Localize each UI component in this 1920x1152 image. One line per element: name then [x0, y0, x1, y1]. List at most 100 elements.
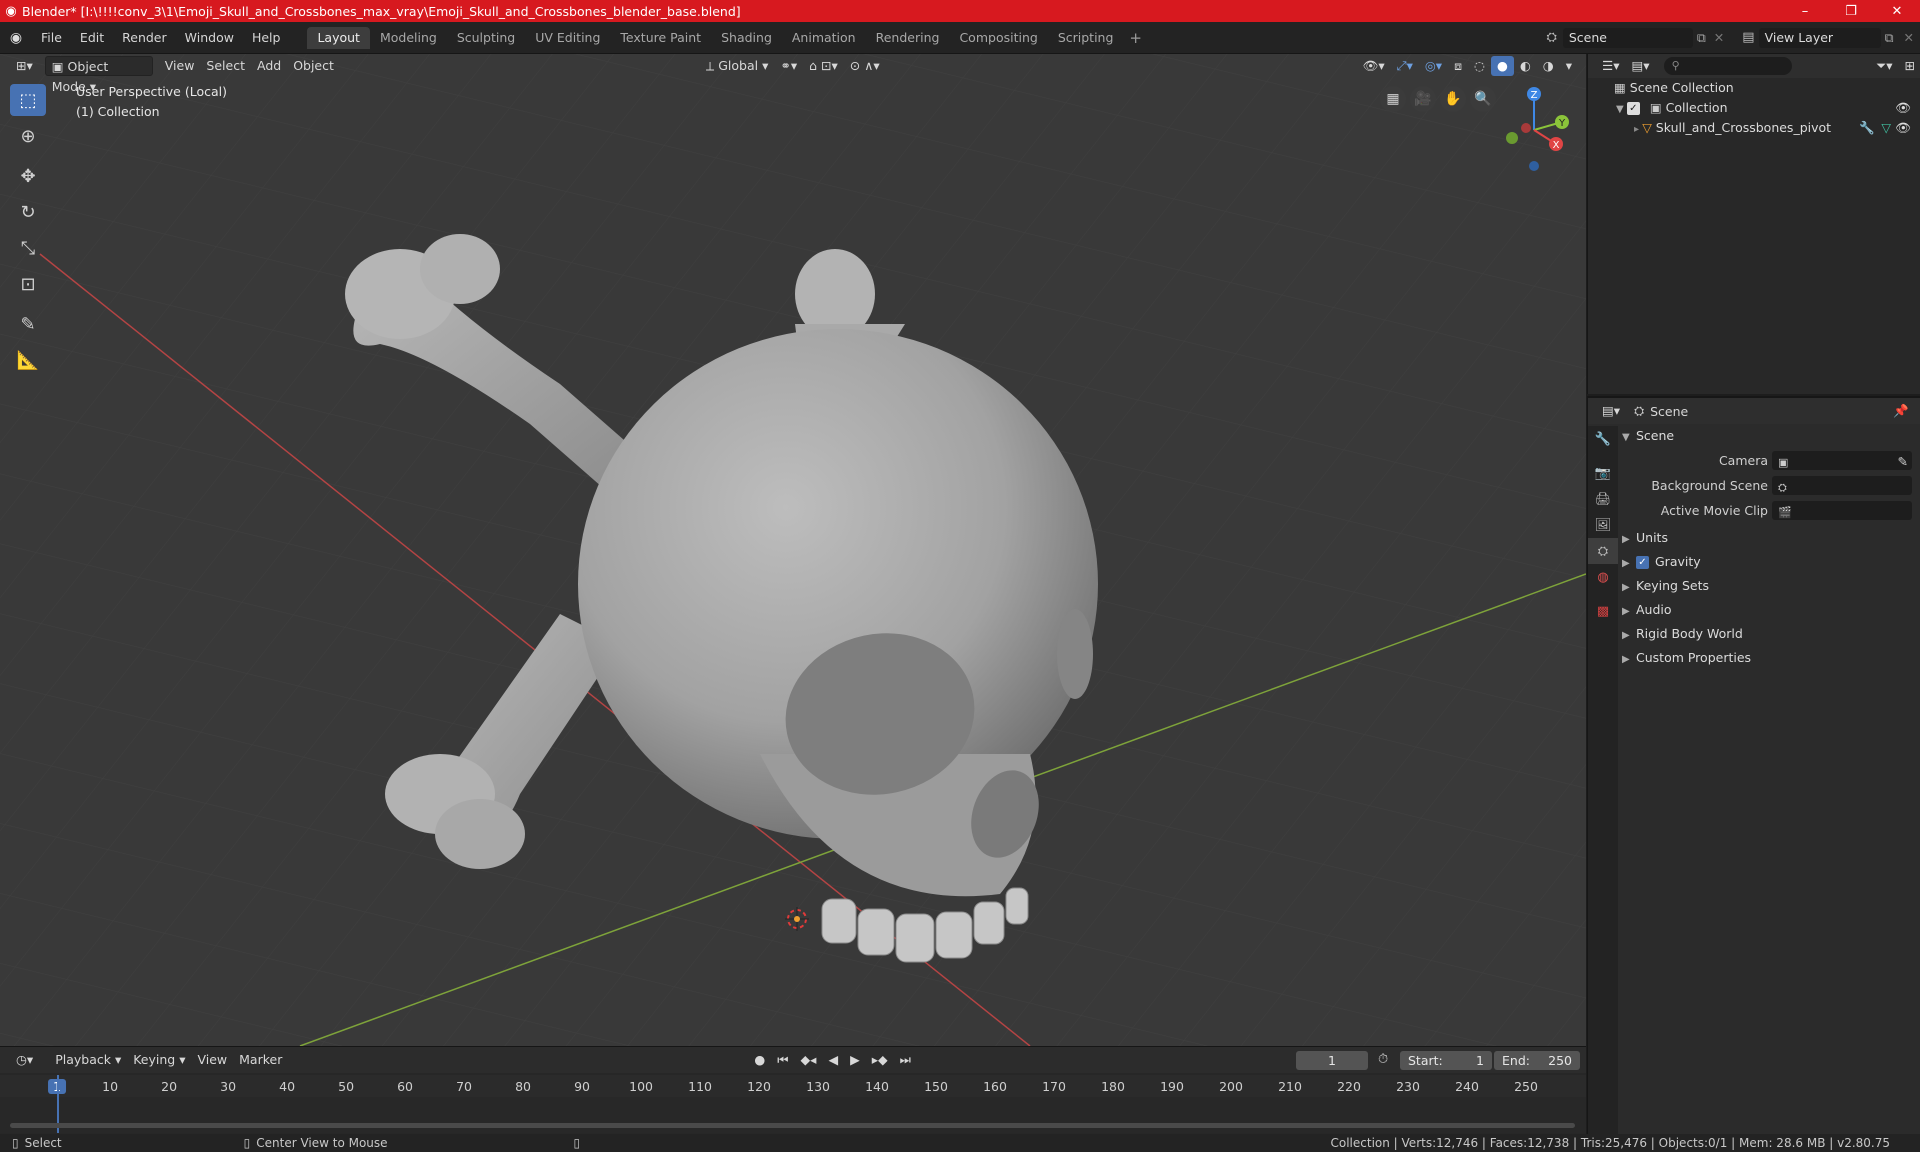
new-view-layer-icon[interactable]: ⧉ — [1881, 30, 1898, 46]
zoom-view-icon[interactable]: 🔍 — [1470, 86, 1496, 112]
preview-range-icon[interactable]: ⏱ — [1378, 1052, 1388, 1067]
tab-animation[interactable]: Animation — [782, 27, 866, 49]
current-frame-field[interactable]: 1 — [1296, 1051, 1368, 1070]
transform-tool-icon[interactable]: ⊡ — [10, 268, 46, 300]
measure-tool-icon[interactable]: 📐 — [10, 344, 46, 376]
3d-viewport[interactable]: ⊞▾ ▣ Object Mode ▾ View Select Add Objec… — [0, 54, 1586, 1046]
scene-selector[interactable]: Scene — [1562, 27, 1693, 48]
delete-view-layer-icon[interactable]: ✕ — [1898, 30, 1920, 45]
timeline-editor-type-icon[interactable]: ◷▾ — [10, 1050, 39, 1070]
next-keyframe-icon[interactable]: ▸◆ — [866, 1050, 894, 1070]
properties-editor-type-icon[interactable]: ▤▾ — [1596, 401, 1626, 421]
expand-arrow-icon[interactable]: ▼ — [1588, 104, 1627, 115]
scene-icon[interactable]: ⛭ — [1540, 30, 1562, 45]
collection-eye-icon[interactable]: 👁 — [1895, 98, 1911, 118]
timeline-track[interactable] — [0, 1075, 1586, 1133]
navigation-gizmo[interactable]: Z Y X — [1490, 82, 1570, 172]
object-expand-icon[interactable]: ▸ — [1588, 124, 1642, 135]
outliner-row-scene-collection[interactable]: ▦ Scene Collection — [1588, 78, 1920, 98]
menu-render[interactable]: Render — [113, 27, 176, 49]
render-tab-icon[interactable]: 📷 — [1588, 460, 1618, 486]
pivot-point-icon[interactable]: ⚭▾ — [774, 56, 803, 76]
eyedropper-icon[interactable]: ✎ — [1898, 451, 1908, 473]
snap-icon[interactable]: ⌂ ⊡▾ — [803, 56, 844, 76]
xray-toggle-icon[interactable]: ⧈ — [1448, 56, 1468, 76]
overlay-toggle-icon[interactable]: ◎▾ — [1419, 56, 1448, 76]
output-tab-icon[interactable]: 🖨 — [1588, 486, 1618, 512]
viewport-menu-view[interactable]: View — [159, 56, 201, 76]
rigid-body-world-panel[interactable]: ▶ Rigid Body World — [1622, 622, 1920, 646]
scene-panel-header[interactable]: ▼ Scene — [1622, 424, 1920, 448]
gravity-checkbox[interactable]: ✓ — [1636, 556, 1649, 569]
world-tab-icon[interactable]: ◍ — [1588, 564, 1618, 590]
proportional-edit-icon[interactable]: ⊙ ∧▾ — [844, 56, 886, 76]
prev-keyframe-icon[interactable]: ◆◂ — [795, 1050, 823, 1070]
background-scene-field[interactable]: ⛭ — [1772, 476, 1912, 495]
move-tool-icon[interactable]: ✥ — [10, 160, 46, 192]
timeline-scrollbar[interactable] — [10, 1123, 1575, 1128]
scale-tool-icon[interactable]: ⤡ — [10, 232, 46, 264]
viewport-menu-select[interactable]: Select — [200, 56, 251, 76]
tab-texture-paint[interactable]: Texture Paint — [610, 27, 711, 49]
annotate-tool-icon[interactable]: ✎ — [10, 308, 46, 340]
texture-tab-icon[interactable]: ▩ — [1588, 598, 1618, 624]
maximize-button[interactable]: ❐ — [1828, 0, 1874, 22]
mode-selector[interactable]: ▣ Object Mode ▾ — [44, 56, 153, 94]
gravity-panel[interactable]: ▶ ✓ Gravity — [1622, 550, 1920, 574]
menu-window[interactable]: Window — [176, 27, 243, 49]
shading-wireframe-icon[interactable]: ◌ — [1468, 56, 1491, 76]
marker-menu[interactable]: Marker — [233, 1050, 288, 1070]
outliner-row-collection[interactable]: ▼ ✓ ▣ Collection 👁 — [1588, 98, 1920, 118]
view-layer-selector[interactable]: View Layer — [1758, 27, 1881, 48]
audio-panel[interactable]: ▶ Audio — [1622, 598, 1920, 622]
close-button[interactable]: ✕ — [1874, 0, 1920, 22]
menu-file[interactable]: File — [32, 27, 71, 49]
new-collection-icon[interactable]: ⊞ — [1899, 56, 1920, 76]
camera-field[interactable]: ▣ ✎ — [1772, 451, 1912, 470]
pin-icon[interactable]: 📌 — [1893, 403, 1920, 419]
new-scene-icon[interactable]: ⧉ — [1693, 30, 1710, 46]
editor-type-icon[interactable]: ⊞▾ — [10, 56, 39, 76]
keying-menu[interactable]: Keying ▾ — [127, 1050, 191, 1070]
outliner-row-object[interactable]: ▸ ▽ Skull_and_Crossbones_pivot 🔧 ▽ 👁 — [1588, 118, 1920, 138]
cursor-tool-icon[interactable]: ⊕ — [10, 120, 46, 152]
filter-icon[interactable]: ⏷▾ — [1870, 56, 1898, 76]
tab-modeling[interactable]: Modeling — [370, 27, 447, 49]
outliner-editor-type-icon[interactable]: ☰▾ — [1596, 56, 1625, 76]
menu-edit[interactable]: Edit — [71, 27, 113, 49]
tool-tab-icon[interactable]: 🔧 — [1588, 426, 1618, 452]
playback-menu[interactable]: Playback ▾ — [49, 1050, 127, 1070]
tab-scripting[interactable]: Scripting — [1048, 27, 1124, 49]
tab-rendering[interactable]: Rendering — [866, 27, 950, 49]
minimize-button[interactable]: – — [1782, 0, 1828, 22]
shading-material-icon[interactable]: ◐ — [1514, 56, 1537, 76]
delete-scene-icon[interactable]: ✕ — [1710, 30, 1728, 45]
active-movie-clip-field[interactable]: 🎬 — [1772, 501, 1912, 520]
pan-view-icon[interactable]: ✋ — [1440, 86, 1466, 112]
scene-tab-icon[interactable]: ⛭ — [1588, 538, 1618, 564]
object-eye-icon[interactable]: 👁 — [1895, 118, 1911, 138]
menu-help[interactable]: Help — [243, 27, 290, 49]
viewport-menu-add[interactable]: Add — [251, 56, 287, 76]
shading-rendered-icon[interactable]: ◑ — [1537, 56, 1560, 76]
toggle-grid-view-icon[interactable]: ▦ — [1380, 86, 1406, 112]
tab-sculpting[interactable]: Sculpting — [447, 27, 525, 49]
gizmo-toggle-icon[interactable]: ⤢▾ — [1391, 56, 1419, 76]
tab-shading[interactable]: Shading — [711, 27, 782, 49]
keying-sets-panel[interactable]: ▶ Keying Sets — [1622, 574, 1920, 598]
camera-view-icon[interactable]: 🎥 — [1410, 86, 1436, 112]
blender-menu-icon[interactable]: ◉ — [0, 30, 32, 46]
shading-options-icon[interactable]: ▾ — [1560, 56, 1578, 76]
timeline-view-menu[interactable]: View — [191, 1050, 233, 1070]
start-frame-field[interactable]: Start: 1 — [1400, 1051, 1492, 1070]
shading-solid-icon[interactable]: ● — [1490, 56, 1514, 76]
transform-orientation[interactable]: ⟂ Global ▾ — [700, 56, 774, 76]
end-frame-field[interactable]: End: 250 — [1494, 1051, 1580, 1070]
tab-layout[interactable]: Layout — [307, 26, 370, 49]
outliner-search-input[interactable]: ⚲ — [1663, 57, 1792, 75]
select-box-tool-icon[interactable]: ⬚ — [10, 84, 46, 116]
jump-start-icon[interactable]: ⏮ — [771, 1050, 794, 1070]
tab-compositing[interactable]: Compositing — [949, 27, 1047, 49]
rotate-tool-icon[interactable]: ↻ — [10, 196, 46, 228]
jump-end-icon[interactable]: ⏭ — [894, 1050, 917, 1070]
